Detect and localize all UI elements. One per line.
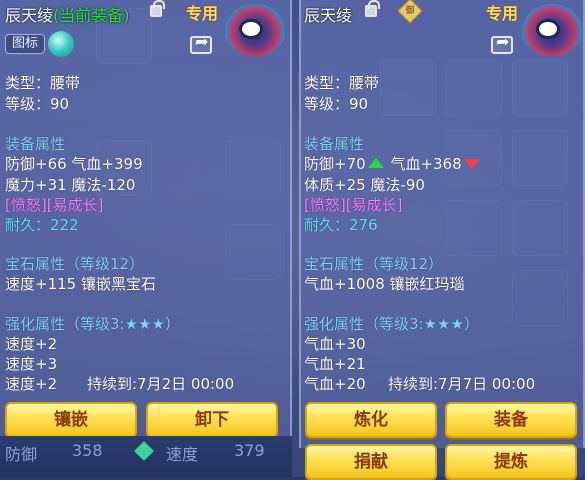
- equip-attr-header: 装备属性: [304, 135, 365, 153]
- right-item-title: 辰天绫: [304, 6, 353, 25]
- enhance-line-2: 气血+21: [304, 355, 366, 373]
- gem-line: 气血+1008 镶嵌红玛瑙: [304, 275, 465, 293]
- special-attr: [愤怒][易成长]: [304, 196, 403, 214]
- attr-line-1: 防御+66 气血+399: [5, 155, 143, 173]
- speed-value: 379: [234, 441, 265, 460]
- special-attr: [愤怒][易成长]: [5, 196, 104, 214]
- durability: 耐久：276: [304, 216, 378, 234]
- enhance-line-3: 气血+20: [304, 375, 366, 393]
- speed-label: 速度: [166, 445, 199, 464]
- type-line: 类型：腰带: [304, 74, 380, 92]
- gem-header: 宝石属性（等级12）: [304, 255, 444, 273]
- attr-line-1: 防御+70 气血+368: [304, 153, 482, 174]
- equip-attr-header: 装备属性: [5, 135, 66, 153]
- current-equipped-tag: (当前装备): [53, 6, 130, 25]
- inlay-button[interactable]: 镶嵌: [5, 402, 137, 438]
- lock-icon[interactable]: [365, 0, 380, 17]
- attr-line-2: 体质+25 魔法-90: [304, 176, 425, 194]
- defense-value: 358: [72, 441, 103, 460]
- increase-arrow-icon: [367, 157, 384, 168]
- icon-toggle[interactable]: 图标: [5, 34, 46, 54]
- share-icon[interactable]: [491, 32, 513, 54]
- gem-header: 宝石属性（等级12）: [5, 255, 145, 273]
- defense-label: 防御: [5, 445, 38, 464]
- enhance-line-1: 气血+30: [304, 335, 366, 353]
- enhance-line-3: 速度+2: [5, 375, 58, 393]
- defense-attr: 防御+70: [304, 155, 366, 173]
- gem-line: 速度+115 镶嵌黑宝石: [5, 275, 156, 293]
- decrease-arrow-icon: [463, 158, 480, 169]
- item-name: 辰天绫: [5, 6, 54, 25]
- item-icon: [521, 4, 583, 56]
- seal-text: 御: [405, 5, 415, 16]
- equip-button[interactable]: 装备: [445, 402, 577, 438]
- durability: 耐久：222: [5, 216, 79, 234]
- duration: 持续到:7月2日 00:00: [87, 375, 235, 393]
- enhance-header: 强化属性（等级3:★★★）: [304, 315, 479, 333]
- type-line: 类型：腰带: [5, 74, 81, 92]
- toggle-orb-icon[interactable]: [48, 31, 74, 57]
- enhance-line-1: 速度+2: [5, 335, 58, 353]
- hp-attr: 气血+368: [390, 155, 462, 173]
- enhance-header: 强化属性（等级3:★★★）: [5, 315, 180, 333]
- level-line: 等级：90: [304, 95, 369, 113]
- extract-button[interactable]: 提炼: [445, 444, 577, 480]
- duration: 持续到:7月7日 00:00: [388, 375, 536, 393]
- exclusive-label: 专用: [486, 4, 519, 23]
- level-line: 等级：90: [5, 95, 70, 113]
- refine-button[interactable]: 炼化: [305, 402, 437, 438]
- share-icon[interactable]: [190, 32, 212, 54]
- enhance-line-2: 速度+3: [5, 355, 58, 373]
- unequip-button[interactable]: 卸下: [146, 402, 278, 438]
- donate-button[interactable]: 捐献: [305, 444, 437, 480]
- lock-icon[interactable]: [150, 0, 165, 17]
- left-item-title: 辰天绫(当前装备): [5, 2, 130, 26]
- attr-line-2: 魔力+31 魔法-120: [5, 176, 136, 194]
- exclusive-label: 专用: [186, 4, 219, 23]
- item-icon: [224, 4, 286, 56]
